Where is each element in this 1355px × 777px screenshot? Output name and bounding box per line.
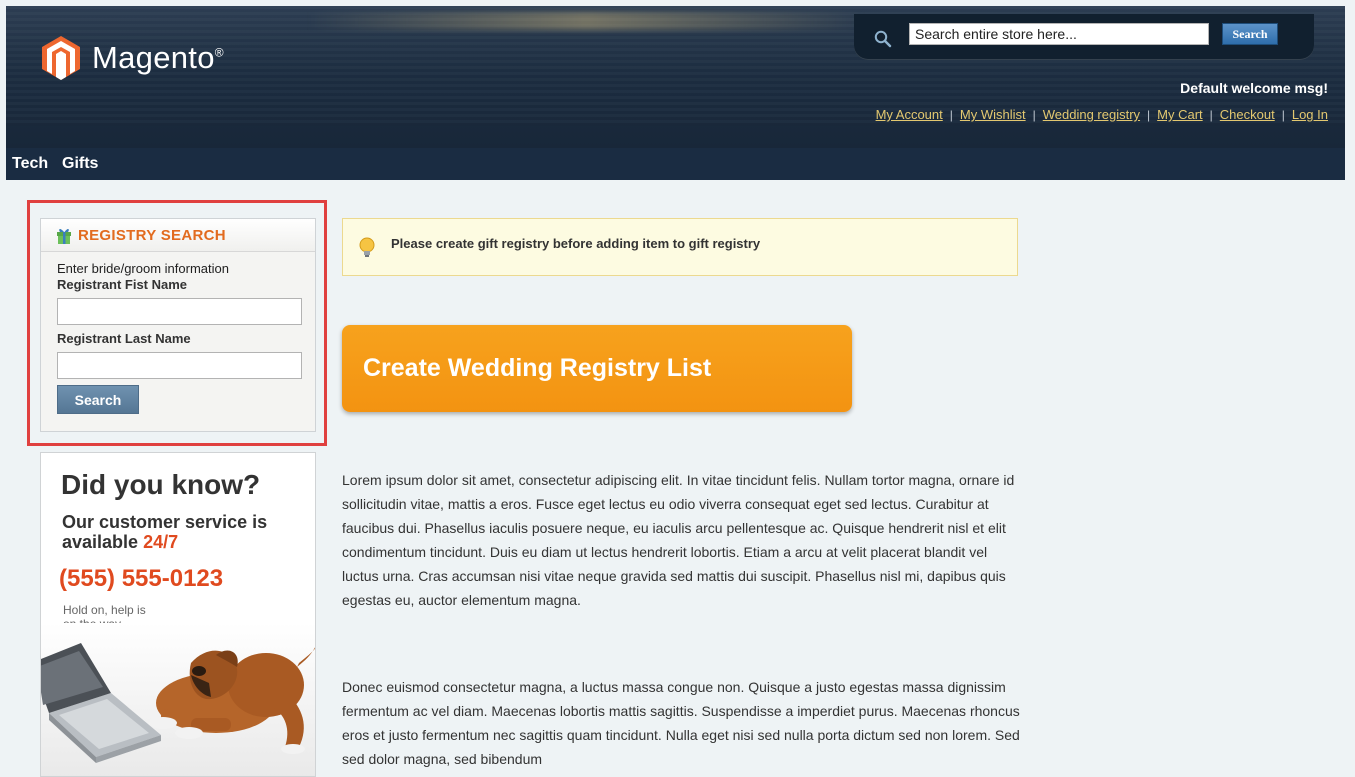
log-in-link[interactable]: Log In	[1292, 107, 1328, 122]
notice-text: Please create gift registry before addin…	[391, 236, 761, 251]
logo[interactable]: Magento®	[42, 36, 224, 80]
link-separator: |	[1281, 107, 1285, 122]
link-separator: |	[949, 107, 953, 122]
content-paragraph: Donec euismod consectetur magna, a luctu…	[342, 679, 1020, 767]
search-button[interactable]: Search	[1222, 23, 1278, 45]
wedding-registry-link[interactable]: Wedding registry	[1043, 107, 1140, 122]
registry-search-form: Enter bride/groom information Registrant…	[41, 252, 315, 414]
link-separator: |	[1209, 107, 1213, 122]
lightbulb-icon	[359, 237, 375, 257]
dog-laptop-image	[41, 623, 315, 776]
content-paragraph: Lorem ipsum dolor sit amet, consectetur …	[342, 472, 1015, 608]
notice-message: Please create gift registry before addin…	[342, 218, 1018, 276]
account-links: My Account | My Wishlist | Wedding regis…	[876, 107, 1328, 122]
search-icon	[874, 30, 892, 48]
logo-text: Magento®	[92, 40, 224, 75]
last-name-field[interactable]	[57, 352, 302, 379]
registry-intro: Enter bride/groom information	[57, 261, 229, 276]
last-name-label: Registrant Last Name	[57, 331, 191, 346]
my-cart-link[interactable]: My Cart	[1157, 107, 1203, 122]
my-wishlist-link[interactable]: My Wishlist	[960, 107, 1026, 122]
promo-phone: (555) 555-0123	[59, 565, 224, 592]
promo-headline: Did you know?	[61, 469, 261, 500]
promo-line-1: Our customer service is	[62, 512, 268, 532]
checkout-link[interactable]: Checkout	[1220, 107, 1275, 122]
search-bar: Search	[854, 14, 1314, 60]
link-separator: |	[1147, 107, 1151, 122]
first-name-field[interactable]	[57, 298, 302, 325]
registry-search-header: REGISTRY SEARCH	[41, 219, 315, 252]
nav-item-gifts[interactable]: Gifts	[62, 155, 98, 173]
registry-search-button[interactable]: Search	[57, 385, 139, 414]
nav-item-tech[interactable]: Tech	[12, 155, 48, 173]
site-header: Magento® Search Default welcome msg! My …	[6, 6, 1345, 148]
registry-search-title: REGISTRY SEARCH	[78, 226, 226, 244]
promo-line-2: available 24/7	[62, 532, 179, 552]
header-glow	[306, 12, 866, 30]
link-separator: |	[1032, 107, 1036, 122]
registry-search-block: REGISTRY SEARCH Enter bride/groom inform…	[40, 218, 316, 432]
customer-service-promo[interactable]: Did you know? Our customer service is av…	[40, 452, 316, 777]
magento-logo-icon	[42, 36, 80, 80]
search-input[interactable]	[909, 23, 1209, 45]
gift-icon	[57, 228, 71, 244]
first-name-label: Registrant Fist Name	[57, 277, 188, 292]
my-account-link[interactable]: My Account	[876, 107, 943, 122]
create-wedding-registry-button[interactable]: Create Wedding Registry List	[342, 325, 852, 412]
main-nav: Tech Gifts	[6, 148, 1345, 180]
welcome-message: Default welcome msg!	[1180, 80, 1328, 96]
